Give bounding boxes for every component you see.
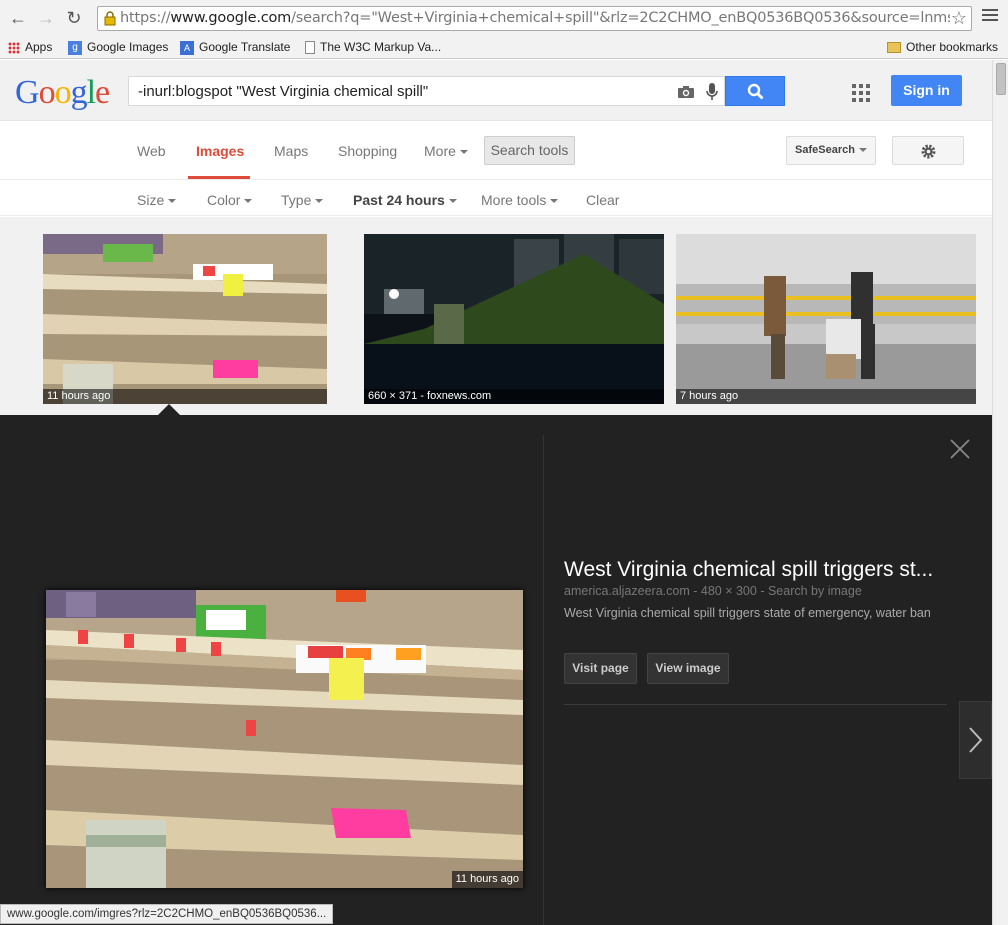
chevron-down-icon: [244, 199, 253, 204]
result-thumbnail[interactable]: 7 hours ago: [676, 234, 976, 404]
google-g-icon: g: [68, 40, 82, 55]
meta-separator: -: [693, 584, 701, 598]
selected-result-pointer: [158, 404, 180, 415]
preview-dimensions: 480 × 300: [700, 584, 757, 598]
night-plant-image: [364, 234, 664, 404]
bookmark-google-translate[interactable]: A Google Translate: [180, 39, 290, 55]
tab-shopping[interactable]: Shopping: [338, 143, 397, 159]
preview-description: West Virginia chemical spill triggers st…: [564, 606, 931, 620]
tab-more[interactable]: More: [424, 143, 468, 159]
camera-icon[interactable]: [677, 85, 695, 99]
chevron-right-icon: [969, 727, 983, 753]
search-by-image-link[interactable]: Search by image: [768, 584, 862, 598]
tool-type[interactable]: Type: [281, 192, 324, 208]
preview-meta: america.aljazeera.com - 480 × 300 - Sear…: [564, 584, 862, 598]
image-preview-panel: 11 hours ago West Virginia chemical spil…: [0, 415, 992, 925]
safesearch-button[interactable]: SafeSearch: [786, 136, 876, 165]
view-image-button[interactable]: View image: [647, 653, 729, 684]
other-bookmarks[interactable]: Other bookmarks: [887, 39, 998, 55]
workers-image: [676, 234, 976, 404]
chevron-down-icon: [315, 199, 324, 204]
search-query: -inurl:blogspot "West Virginia chemical …: [138, 83, 429, 100]
tool-size[interactable]: Size: [137, 192, 177, 208]
chevron-down-icon: [858, 148, 867, 153]
settings-button[interactable]: [892, 136, 964, 165]
vertical-scrollbar[interactable]: [992, 60, 1008, 925]
shelves-image: [43, 234, 327, 404]
apps-launcher-icon[interactable]: [852, 84, 870, 102]
gear-icon: [921, 144, 936, 159]
result-thumbnail[interactable]: 660 × 371 - foxnews.com: [364, 234, 664, 404]
bookmark-w3c[interactable]: The W3C Markup Va...: [305, 39, 441, 55]
url-text: https://www.google.com/search?q="West+Vi…: [120, 10, 950, 26]
bookmark-google-images[interactable]: g Google Images: [68, 39, 168, 55]
bookmarks-bar: Apps g Google Images A Google Translate Th…: [0, 36, 1008, 59]
image-results: 11 hours ago 660 × 371 - foxnews.com 7 h…: [0, 217, 992, 415]
preview-title[interactable]: West Virginia chemical spill triggers st…: [564, 558, 959, 582]
bookmark-star-icon[interactable]: ☆: [951, 8, 967, 29]
reload-icon[interactable]: ↻: [64, 8, 84, 28]
tab-maps[interactable]: Maps: [274, 143, 308, 159]
chevron-down-icon: [168, 199, 177, 204]
chevron-down-icon: [550, 199, 559, 204]
tool-clear[interactable]: Clear: [586, 192, 619, 208]
search-tools-button[interactable]: Search tools: [484, 136, 575, 165]
forward-icon[interactable]: →: [36, 8, 56, 28]
search-button[interactable]: [725, 76, 785, 106]
scrollbar-thumb[interactable]: [996, 63, 1006, 95]
close-icon[interactable]: [948, 437, 972, 461]
page-icon: [305, 41, 315, 55]
search-tools-bar: Size Color Type Past 24 hours More tools…: [0, 181, 992, 216]
result-thumbnail[interactable]: 11 hours ago: [43, 234, 327, 404]
google-header: Google -inurl:blogspot "West Virginia ch…: [0, 60, 992, 121]
thumbnail-caption: 11 hours ago: [43, 389, 327, 404]
active-tab-indicator: [188, 176, 250, 179]
browser-toolbar: ← → ↻ https://www.google.com/search?q="W…: [0, 0, 1008, 36]
preview-source[interactable]: america.aljazeera.com: [564, 584, 690, 598]
translate-icon: A: [180, 40, 194, 55]
meta-separator: -: [760, 584, 768, 598]
chevron-down-icon: [459, 150, 468, 155]
next-image-button[interactable]: [959, 701, 992, 779]
sign-in-button[interactable]: Sign in: [891, 75, 962, 106]
chevron-down-icon: [448, 199, 457, 204]
search-icon: [747, 83, 764, 100]
shelves-large-image: [46, 590, 523, 888]
preview-image[interactable]: 11 hours ago: [46, 590, 523, 888]
tab-images[interactable]: Images: [196, 143, 244, 159]
folder-icon: [887, 42, 901, 54]
tool-color[interactable]: Color: [207, 192, 253, 208]
status-bar-url: www.google.com/imgres?rlz=2C2CHMO_enBQ05…: [0, 904, 334, 924]
thumbnail-caption: 7 hours ago: [676, 389, 976, 404]
lock-icon: [104, 11, 116, 26]
panel-separator: [564, 704, 947, 705]
microphone-icon[interactable]: [705, 82, 719, 102]
bookmark-apps[interactable]: Apps: [8, 39, 52, 55]
back-icon[interactable]: ←: [8, 8, 28, 28]
thumbnail-caption: 660 × 371 - foxnews.com: [364, 389, 664, 404]
tool-time[interactable]: Past 24 hours: [353, 192, 457, 208]
search-input[interactable]: -inurl:blogspot "West Virginia chemical …: [128, 76, 725, 106]
panel-divider: [543, 435, 544, 925]
address-bar[interactable]: https://www.google.com/search?q="West+Vi…: [97, 6, 972, 31]
preview-caption: 11 hours ago: [451, 871, 523, 888]
search-tabs: Web Images Maps Shopping More Search too…: [0, 121, 992, 180]
chrome-menu-icon[interactable]: [982, 9, 998, 25]
visit-page-button[interactable]: Visit page: [564, 653, 637, 684]
tab-web[interactable]: Web: [137, 143, 166, 159]
apps-grid-icon: [8, 41, 20, 54]
google-logo[interactable]: Google: [15, 74, 110, 112]
tool-more[interactable]: More tools: [481, 192, 559, 208]
